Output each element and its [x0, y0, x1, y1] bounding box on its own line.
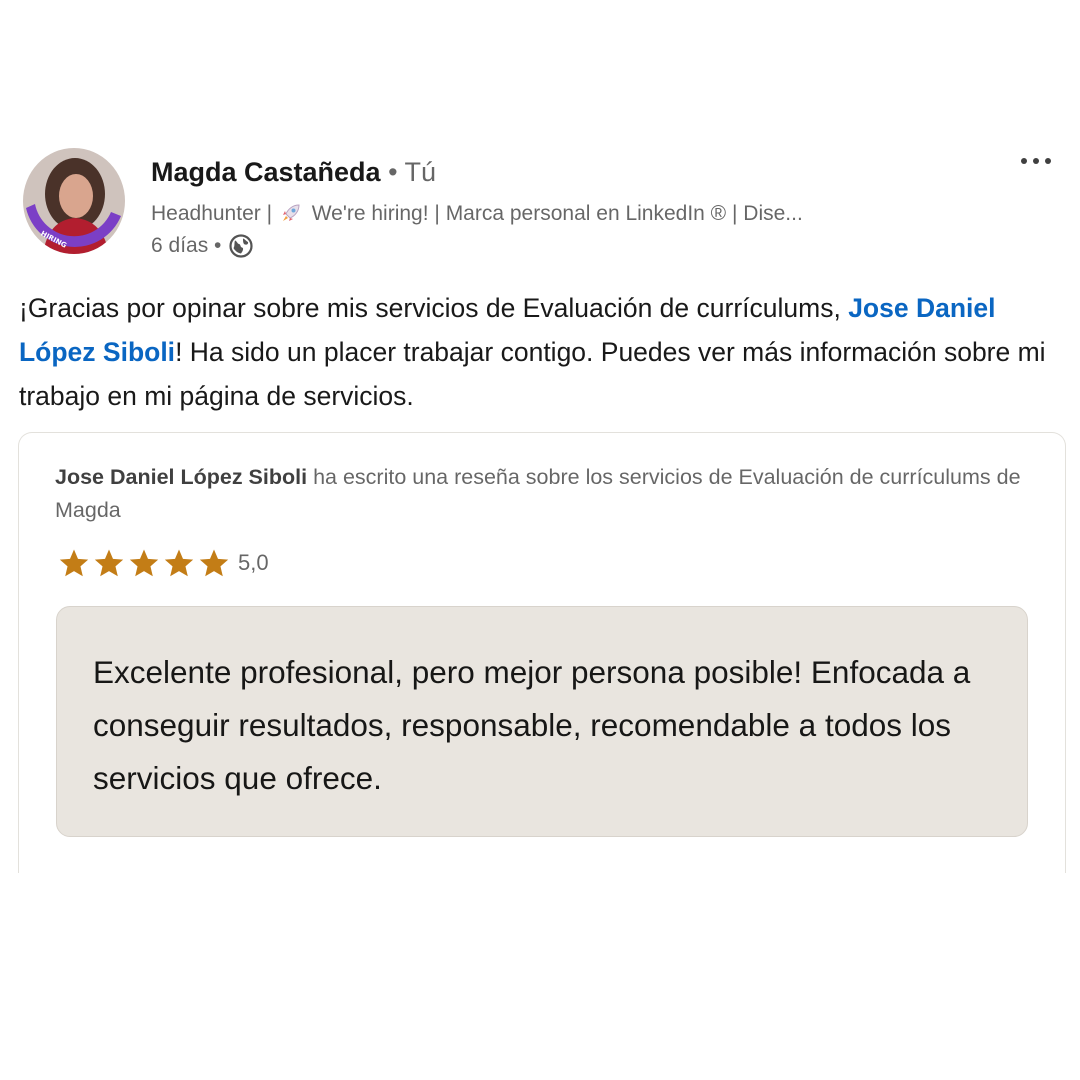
- author-name[interactable]: Magda Castañeda: [151, 157, 381, 187]
- star-icon: [59, 548, 89, 576]
- review-quote-text: Excelente profesional, pero mejor person…: [93, 654, 971, 796]
- review-card[interactable]: Jose Daniel López Siboli ha escrito una …: [18, 432, 1066, 873]
- reviewer-name[interactable]: Jose Daniel López Siboli: [55, 465, 307, 489]
- more-horizontal-icon: [1021, 158, 1051, 164]
- star-icon: [94, 548, 124, 576]
- linkedin-post: HIRING Magda Castañeda • Tú Headhunter |…: [0, 0, 1080, 1080]
- author-name-line: Magda Castañeda • Tú: [151, 155, 436, 189]
- post-time: 6 días •: [151, 234, 222, 257]
- review-summary: Jose Daniel López Siboli ha escrito una …: [55, 461, 1045, 527]
- star-icon: [164, 548, 194, 576]
- headline-suffix: We're hiring! | Marca personal en Linked…: [311, 202, 803, 225]
- rating-value: 5,0: [238, 550, 269, 575]
- rating-row: 5,0: [57, 543, 269, 583]
- star-icon: [129, 548, 159, 576]
- author-headline: Headhunter | We're hiring! | Marca perso…: [151, 200, 803, 232]
- post-text-before: ¡Gracias por opinar sobre mis servicios …: [19, 293, 849, 323]
- more-options-button[interactable]: [1016, 146, 1056, 176]
- post-meta: 6 días •: [151, 232, 253, 266]
- review-quote-box: Excelente profesional, pero mejor person…: [56, 606, 1028, 837]
- headline-prefix: Headhunter |: [151, 202, 273, 225]
- rocket-icon: [280, 202, 302, 232]
- connection-degree: • Tú: [388, 157, 437, 187]
- author-avatar[interactable]: HIRING: [23, 148, 125, 254]
- post-body-text: ¡Gracias por opinar sobre mis servicios …: [19, 286, 1059, 418]
- globe-icon: [229, 234, 253, 266]
- star-icon: [199, 548, 229, 576]
